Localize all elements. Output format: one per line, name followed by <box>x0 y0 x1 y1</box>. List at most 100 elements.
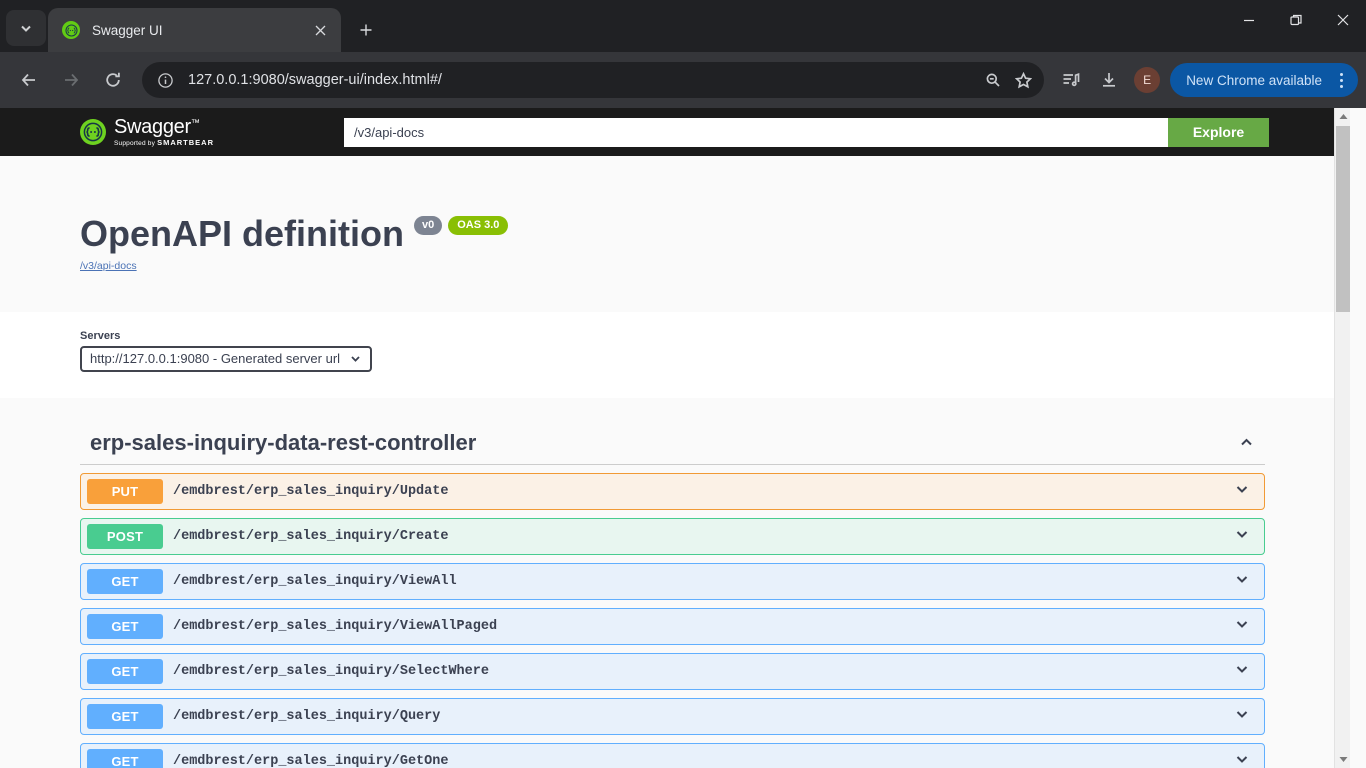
swagger-logo[interactable]: Swagger™ Supported by SMARTBEAR <box>80 117 214 148</box>
operation-row[interactable]: GET/emdbrest/erp_sales_inquiry/Query <box>80 697 1265 735</box>
operation-row[interactable]: GET/emdbrest/erp_sales_inquiry/ViewAllPa… <box>80 607 1265 645</box>
operation-path: /emdbrest/erp_sales_inquiry/ViewAll <box>173 573 457 589</box>
operation-method-badge: GET <box>87 568 163 594</box>
operation-path: /emdbrest/erp_sales_inquiry/SelectWhere <box>173 663 489 679</box>
chevron-up-icon[interactable] <box>1238 434 1255 451</box>
operation-row[interactable]: PUT/emdbrest/erp_sales_inquiry/Update <box>80 472 1265 510</box>
back-button[interactable] <box>11 62 47 98</box>
star-icon <box>1014 71 1032 88</box>
api-info-block: OpenAPI definition v0 OAS 3.0 /v3/api-do… <box>0 156 1350 312</box>
url-input[interactable] <box>188 72 979 88</box>
page-viewport: Swagger™ Supported by SMARTBEAR Explore … <box>0 108 1366 768</box>
close-icon <box>315 25 325 35</box>
kebab-menu-icon[interactable] <box>1328 72 1354 88</box>
tab-strip: Swagger UI <box>0 0 1366 52</box>
plus-icon <box>360 24 372 36</box>
tag-section: erp-sales-inquiry-data-rest-controller P… <box>0 430 1350 768</box>
chevron-down-icon <box>1236 710 1248 718</box>
operation-method-badge: GET <box>87 748 163 768</box>
maximize-restore-button[interactable] <box>1272 0 1319 40</box>
chevron-down-icon <box>351 356 360 362</box>
media-list-icon <box>1063 73 1080 87</box>
browser-toolbar: E New Chrome available <box>0 52 1366 108</box>
minimize-button[interactable] <box>1225 0 1272 40</box>
operation-expand-button[interactable] <box>1234 526 1250 547</box>
swagger-favicon <box>62 21 80 39</box>
info-circle-icon <box>157 72 173 88</box>
tab-title: Swagger UI <box>92 22 163 38</box>
minimize-icon <box>1243 19 1254 22</box>
site-info-button[interactable] <box>152 67 178 93</box>
chevron-down-icon <box>1236 620 1248 628</box>
tab-search-button[interactable] <box>6 10 46 46</box>
window-controls <box>1225 0 1366 40</box>
forward-button[interactable] <box>53 62 89 98</box>
servers-block: Servers http://127.0.0.1:9080 - Generate… <box>0 311 1350 398</box>
operation-method-badge: GET <box>87 658 163 684</box>
scroll-up-arrow[interactable] <box>1335 108 1351 125</box>
page-scrollbar[interactable] <box>1334 108 1350 768</box>
downloads-button[interactable] <box>1092 63 1126 97</box>
operation-method-badge: GET <box>87 703 163 729</box>
reload-button[interactable] <box>95 62 131 98</box>
operation-path: /emdbrest/erp_sales_inquiry/Create <box>173 528 449 544</box>
browser-tab[interactable]: Swagger UI <box>48 8 341 52</box>
operation-expand-button[interactable] <box>1234 571 1250 592</box>
chevron-down-icon <box>21 25 31 32</box>
operation-row[interactable]: GET/emdbrest/erp_sales_inquiry/GetOne <box>80 742 1265 768</box>
operation-path: /emdbrest/erp_sales_inquiry/Update <box>173 483 449 499</box>
operation-expand-button[interactable] <box>1234 706 1250 727</box>
operation-expand-button[interactable] <box>1234 481 1250 502</box>
chevron-down-icon <box>1236 755 1248 763</box>
api-definition-url-input[interactable] <box>344 117 1169 147</box>
reload-icon <box>106 72 120 87</box>
page-title: OpenAPI definition v0 OAS 3.0 <box>80 213 509 254</box>
operation-row[interactable]: POST/emdbrest/erp_sales_inquiry/Create <box>80 517 1265 555</box>
arrow-right-icon <box>65 73 79 87</box>
close-icon <box>1337 14 1348 26</box>
chevron-down-icon <box>1236 530 1248 538</box>
tab-close-button[interactable] <box>309 19 331 41</box>
window-close-button[interactable] <box>1319 0 1366 40</box>
swagger-topbar: Swagger™ Supported by SMARTBEAR Explore <box>0 108 1350 156</box>
bookmark-button[interactable] <box>1008 65 1038 95</box>
zoom-indicator-button[interactable] <box>978 65 1008 95</box>
smartbear-brand: SMARTBEAR <box>157 137 215 147</box>
arrow-left-icon <box>21 73 35 87</box>
operation-path: /emdbrest/erp_sales_inquiry/GetOne <box>173 753 449 768</box>
operations-list: PUT/emdbrest/erp_sales_inquiry/Update POS… <box>80 472 1265 768</box>
browser-window: Swagger UI 127.0.0.1:9080/swagger-ui/ind… <box>0 0 1366 768</box>
api-version-badge: v0 <box>413 216 443 236</box>
operation-expand-button[interactable] <box>1234 616 1250 637</box>
profile-avatar[interactable]: E <box>1134 67 1161 93</box>
api-docs-link[interactable]: /v3/api-docs <box>80 260 1350 272</box>
scrollbar-thumb[interactable] <box>1336 126 1350 312</box>
chrome-update-label: New Chrome available <box>1186 72 1322 88</box>
api-title-text: OpenAPI definition <box>80 213 404 254</box>
operation-row[interactable]: GET/emdbrest/erp_sales_inquiry/SelectWhe… <box>80 652 1265 690</box>
operation-row[interactable]: GET/emdbrest/erp_sales_inquiry/ViewAll <box>80 562 1265 600</box>
server-select[interactable]: http://127.0.0.1:9080 - Generated server… <box>80 345 372 372</box>
chevron-down-icon <box>1236 665 1248 673</box>
operation-method-badge: POST <box>87 523 163 549</box>
tag-name: erp-sales-inquiry-data-rest-controller <box>90 429 477 455</box>
server-select-value: http://127.0.0.1:9080 - Generated server… <box>90 351 341 367</box>
swagger-logo-icon <box>80 119 106 145</box>
restore-icon <box>1289 14 1302 26</box>
tag-header[interactable]: erp-sales-inquiry-data-rest-controller <box>80 430 1265 465</box>
new-tab-button[interactable] <box>349 13 383 47</box>
address-bar[interactable] <box>142 62 1045 98</box>
operation-path: /emdbrest/erp_sales_inquiry/Query <box>173 708 441 724</box>
chevron-down-icon <box>1236 575 1248 583</box>
scroll-down-arrow[interactable] <box>1335 751 1351 768</box>
operation-method-badge: GET <box>87 613 163 639</box>
operation-method-badge: PUT <box>87 478 163 504</box>
swagger-logo-name: Swagger <box>114 115 191 138</box>
swagger-trademark: ™ <box>190 117 200 128</box>
media-controls-button[interactable] <box>1054 63 1088 97</box>
search-zoom-icon <box>986 73 1000 87</box>
explore-button[interactable]: Explore <box>1168 117 1270 147</box>
operation-expand-button[interactable] <box>1234 661 1250 682</box>
chrome-update-button[interactable]: New Chrome available <box>1170 63 1358 97</box>
operation-expand-button[interactable] <box>1234 751 1250 768</box>
